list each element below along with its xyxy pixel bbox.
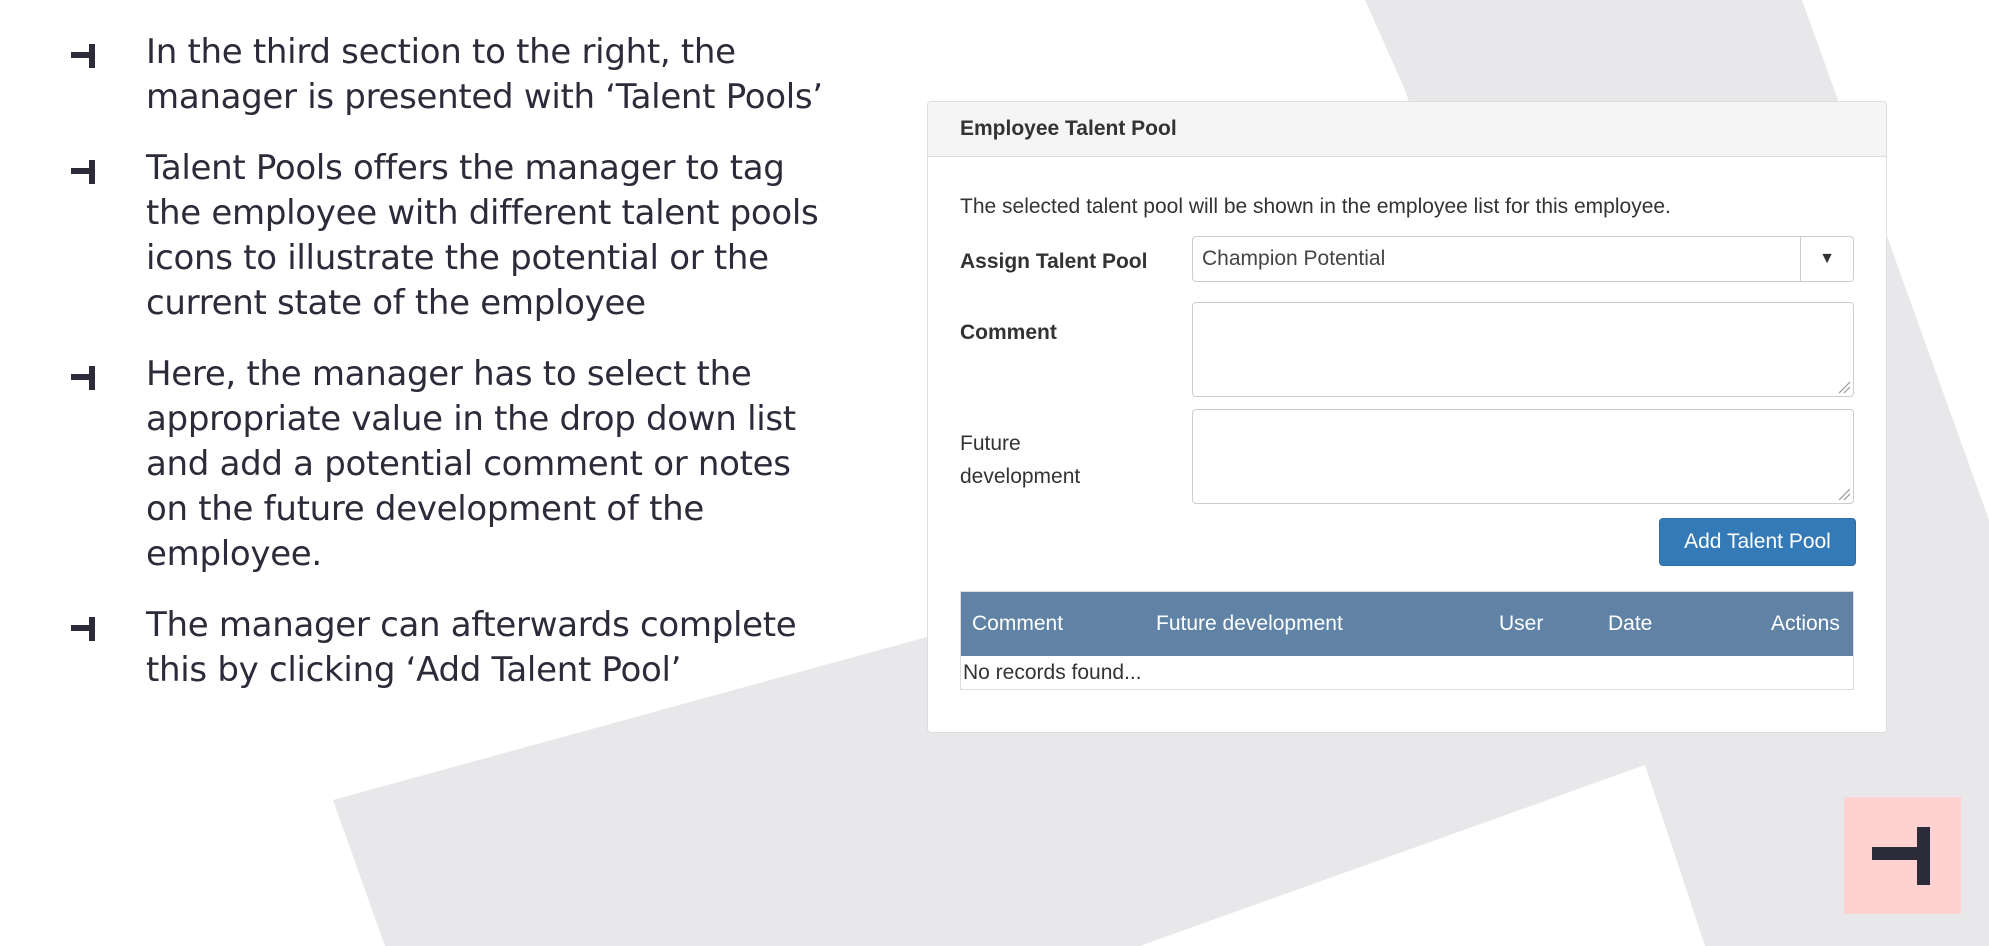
bullet-item: The manager can afterwards complete this… bbox=[70, 603, 840, 693]
talent-pool-panel: Employee Talent Pool The selected talent… bbox=[927, 101, 1887, 733]
bullet-item: Talent Pools offers the manager to tag t… bbox=[70, 146, 840, 326]
help-text: The selected talent pool will be shown i… bbox=[960, 195, 1671, 218]
tee-bar-icon bbox=[70, 146, 146, 192]
assign-talent-pool-label: Assign Talent Pool bbox=[960, 250, 1148, 273]
caret-down-icon[interactable]: ▼ bbox=[1800, 237, 1853, 281]
bullet-text: In the third section to the right, the m… bbox=[146, 32, 823, 117]
comment-label: Comment bbox=[960, 321, 1057, 344]
future-development-field[interactable] bbox=[1192, 409, 1854, 504]
future-development-label-line1: Future bbox=[960, 432, 1021, 455]
resize-grip-icon[interactable] bbox=[1837, 380, 1851, 394]
future-development-label-line2: development bbox=[960, 465, 1081, 488]
column-header-date[interactable]: Date bbox=[1608, 612, 1652, 636]
talent-pool-table: Comment Future development User Date Act… bbox=[960, 591, 1854, 690]
future-development-label: Future development bbox=[960, 427, 1080, 493]
column-header-user[interactable]: User bbox=[1499, 612, 1543, 636]
resize-grip-icon[interactable] bbox=[1837, 487, 1851, 501]
panel-title: Employee Talent Pool bbox=[928, 102, 1886, 157]
table-row: No records found... bbox=[961, 656, 1853, 689]
bullet-list: In the third section to the right, the m… bbox=[70, 30, 840, 719]
bullet-text: Talent Pools offers the manager to tag t… bbox=[146, 148, 819, 323]
bullet-item: Here, the manager has to select the appr… bbox=[70, 352, 840, 577]
brand-logo bbox=[1844, 797, 1961, 914]
bullet-text: The manager can afterwards complete this… bbox=[146, 605, 797, 690]
column-header-future-development[interactable]: Future development bbox=[1156, 612, 1343, 636]
talent-pool-select[interactable]: Champion Potential ▼ bbox=[1192, 236, 1854, 282]
empty-state-text: No records found... bbox=[963, 660, 1142, 684]
tee-bar-icon bbox=[70, 30, 146, 76]
column-header-comment[interactable]: Comment bbox=[972, 612, 1063, 636]
column-header-actions[interactable]: Actions bbox=[1771, 612, 1840, 636]
bullet-item: In the third section to the right, the m… bbox=[70, 30, 840, 120]
tee-bar-logo-icon bbox=[1872, 827, 1930, 885]
tee-bar-icon bbox=[70, 352, 146, 398]
table-header: Comment Future development User Date Act… bbox=[961, 592, 1853, 656]
add-talent-pool-button[interactable]: Add Talent Pool bbox=[1659, 518, 1856, 566]
bullet-text: Here, the manager has to select the appr… bbox=[146, 354, 796, 574]
tee-bar-icon bbox=[70, 603, 146, 649]
comment-field[interactable] bbox=[1192, 302, 1854, 397]
talent-pool-select-value: Champion Potential bbox=[1202, 247, 1386, 270]
